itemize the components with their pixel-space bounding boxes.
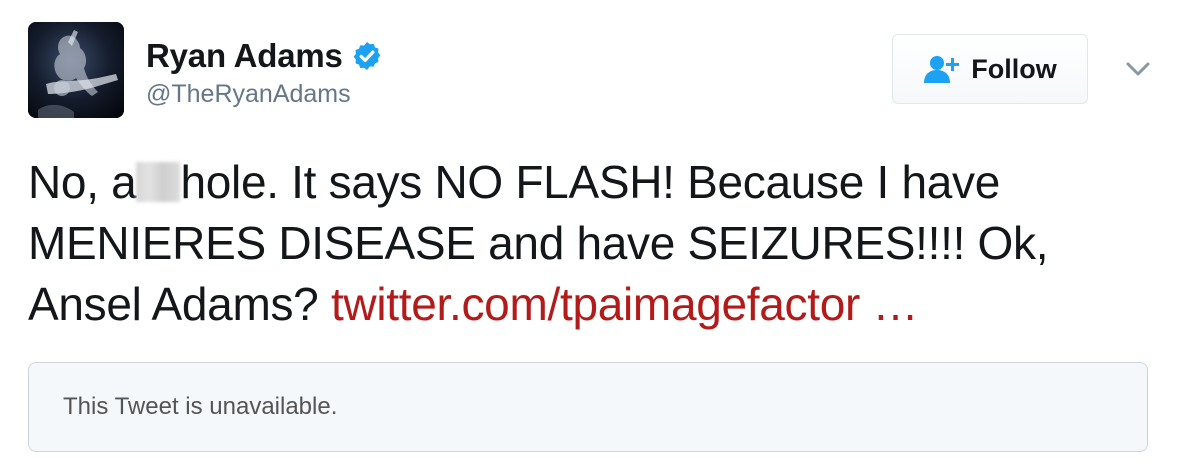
author-display-name[interactable]: Ryan Adams (146, 37, 343, 75)
follow-user-icon (924, 56, 960, 83)
tweet-text: No, a hole. It says NO FLASH! Because I h… (28, 152, 1148, 335)
follow-button-label: Follow (971, 53, 1057, 84)
chevron-down-icon[interactable] (1124, 58, 1152, 80)
tweet-card: Ryan Adams @TheRyanAdams Follow No, a hol… (0, 0, 1180, 466)
quoted-tweet-unavailable-text: This Tweet is unavailable. (63, 393, 338, 420)
follow-button[interactable]: Follow (892, 34, 1088, 104)
author-handle[interactable]: @TheRyanAdams (146, 80, 351, 109)
tweet-link[interactable]: twitter.com/tpaimagefactor … (331, 278, 919, 330)
tweet-text-part-1: No, a (28, 156, 137, 208)
avatar-image (28, 22, 124, 118)
verified-badge-icon (353, 42, 381, 70)
censor-blur (136, 162, 181, 202)
author-name-row: Ryan Adams (146, 34, 383, 78)
quoted-tweet-box[interactable]: This Tweet is unavailable. (28, 362, 1148, 452)
avatar[interactable] (28, 22, 124, 118)
